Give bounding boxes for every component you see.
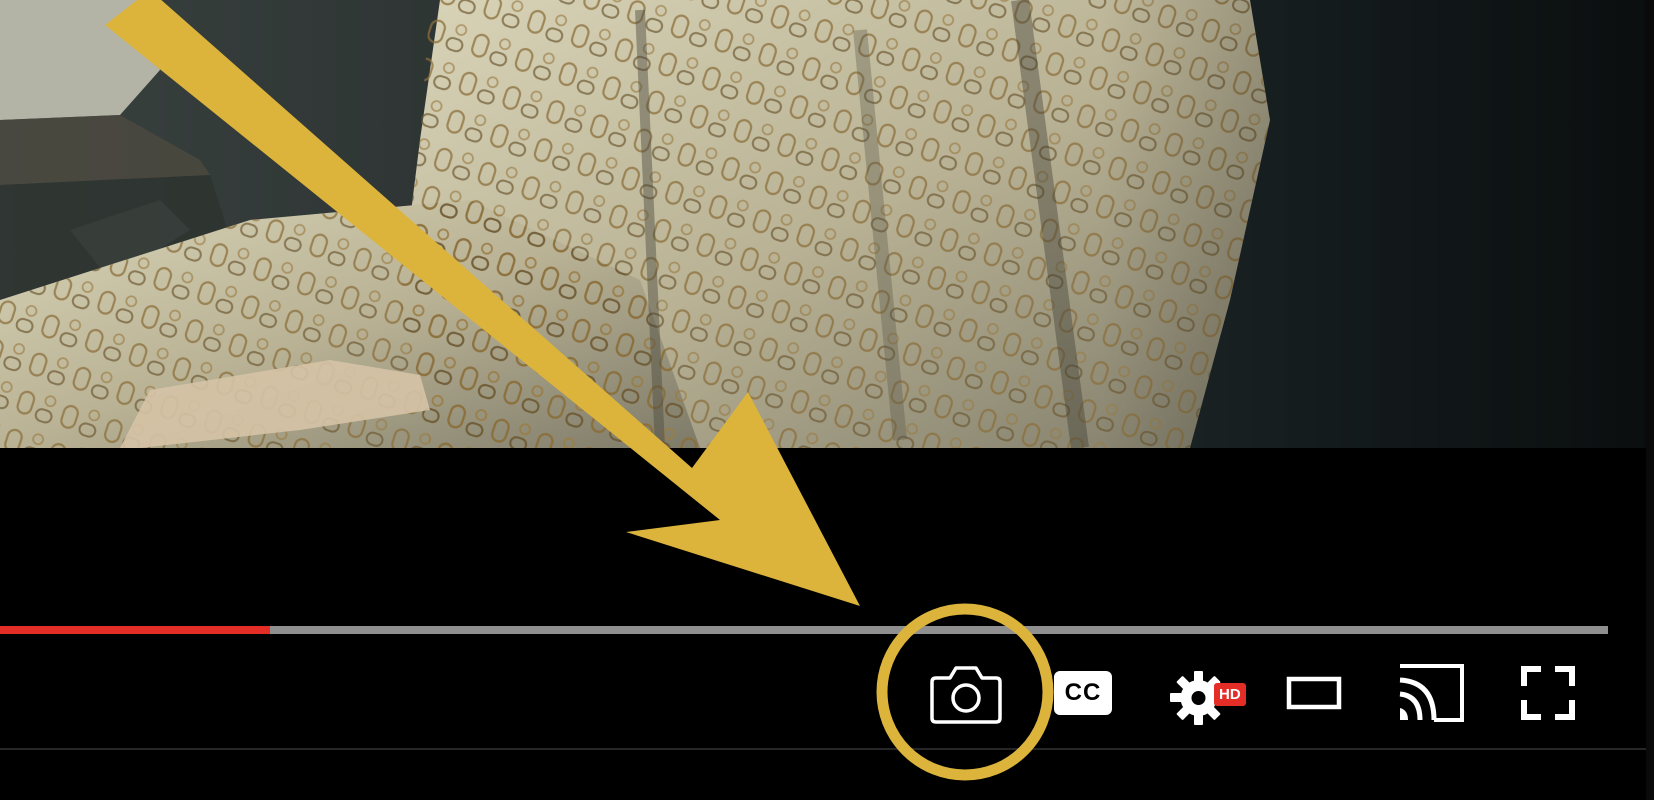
- progress-bar[interactable]: [0, 626, 1608, 634]
- cc-label: CC: [1064, 679, 1102, 706]
- cast-button[interactable]: [1394, 648, 1468, 738]
- subtitles-cc-button[interactable]: CC: [1054, 648, 1112, 738]
- cast-icon: [1399, 664, 1464, 722]
- video-frame[interactable]: [0, 0, 1646, 448]
- cc-icon: CC: [1054, 671, 1112, 715]
- settings-button[interactable]: HD: [1168, 648, 1246, 738]
- bottom-divider: [0, 748, 1646, 750]
- screenshot-camera-button[interactable]: [918, 648, 1014, 738]
- hd-badge: HD: [1214, 683, 1246, 706]
- video-still-image: [0, 0, 1646, 448]
- camera-icon: [930, 666, 1002, 724]
- theater-mode-icon: [1286, 676, 1342, 710]
- window-edge: [1646, 0, 1654, 800]
- fullscreen-icon: [1521, 666, 1575, 720]
- control-bar: CC HD: [0, 648, 1646, 738]
- progress-played: [0, 626, 270, 634]
- fullscreen-button[interactable]: [1518, 648, 1578, 738]
- theater-mode-button[interactable]: [1286, 648, 1342, 738]
- video-player: CC HD: [0, 0, 1654, 800]
